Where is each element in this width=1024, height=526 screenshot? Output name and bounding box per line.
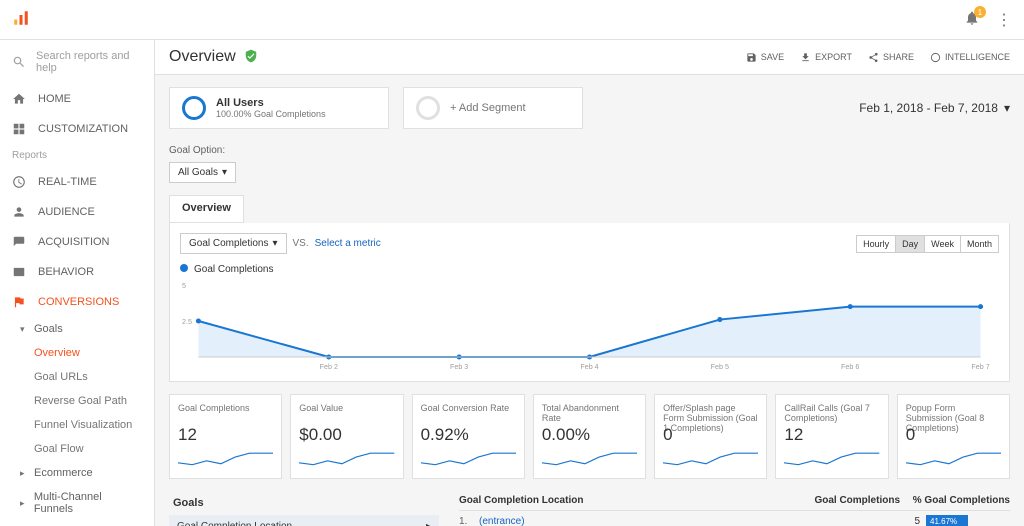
metric-card[interactable]: Offer/Splash page Form Submission (Goal …	[654, 394, 767, 479]
metric-value: 12	[784, 425, 879, 445]
nav-mcf[interactable]: ▸Multi-Channel Funnels	[0, 485, 154, 521]
svg-text:5: 5	[182, 282, 186, 290]
metric-label: Offer/Splash page Form Submission (Goal …	[663, 403, 758, 423]
metric-label: Goal Completions	[178, 403, 273, 423]
goal-completion-location-row[interactable]: Goal Completion Location▸	[169, 515, 439, 526]
save-button[interactable]: SAVE	[746, 52, 784, 63]
nav-conversions[interactable]: CONVERSIONS	[0, 287, 154, 317]
chevron-right-icon: ▸	[426, 521, 431, 526]
date-range-picker[interactable]: Feb 1, 2018 - Feb 7, 2018 ▾	[859, 101, 1010, 115]
metric-card[interactable]: Goal Completions12	[169, 394, 282, 479]
goals-table-header: Goal Completion Location Goal Completion…	[459, 491, 1010, 511]
add-segment-button[interactable]: + Add Segment	[403, 87, 583, 129]
page-title: Overview	[169, 48, 236, 66]
goals-title: Goals	[169, 491, 439, 515]
svg-text:Feb 5: Feb 5	[711, 363, 729, 371]
nav-goal-flow[interactable]: Goal Flow	[0, 437, 154, 461]
metric-value: 0.92%	[421, 425, 516, 445]
metric-card[interactable]: Goal Value$0.00	[290, 394, 403, 479]
metric-card[interactable]: Popup Form Submission (Goal 8 Completion…	[897, 394, 1010, 479]
metric-card[interactable]: Total Abandonment Rate0.00%	[533, 394, 646, 479]
metric-card[interactable]: Goal Conversion Rate0.92%	[412, 394, 525, 479]
nav-ecommerce[interactable]: ▸Ecommerce	[0, 461, 154, 485]
svg-text:Feb 6: Feb 6	[841, 363, 859, 371]
sidebar: Search reports and help HOME CUSTOMIZATI…	[0, 40, 155, 526]
main-content: Overview SAVE EXPORT SHARE INTELLIGENCE …	[155, 40, 1024, 526]
segment-circle-icon	[182, 96, 206, 120]
chevron-down-icon: ▾	[1004, 101, 1010, 115]
metric-value: $0.00	[299, 425, 394, 445]
nav-home[interactable]: HOME	[0, 84, 154, 114]
svg-text:Feb 4: Feb 4	[580, 363, 598, 371]
intelligence-button[interactable]: INTELLIGENCE	[930, 52, 1010, 63]
segment-all-users[interactable]: All Users 100.00% Goal Completions	[169, 87, 389, 129]
period-selector: Hourly Day Week Month	[856, 235, 999, 253]
svg-text:2.5: 2.5	[182, 318, 192, 326]
ga-logo-icon	[12, 9, 30, 30]
nav-acquisition[interactable]: ACQUISITION	[0, 227, 154, 257]
select-metric-link[interactable]: Select a metric	[315, 238, 381, 249]
nav-reverse-goal-path[interactable]: Reverse Goal Path	[0, 389, 154, 413]
search-input[interactable]: Search reports and help	[0, 40, 154, 84]
chevron-down-icon: ▾	[272, 238, 277, 249]
export-button[interactable]: EXPORT	[800, 52, 852, 63]
nav-goal-urls[interactable]: Goal URLs	[0, 365, 154, 389]
period-hourly[interactable]: Hourly	[857, 236, 895, 252]
svg-text:Feb 7: Feb 7	[971, 363, 989, 371]
nav-audience[interactable]: AUDIENCE	[0, 197, 154, 227]
nav-funnel-viz[interactable]: Funnel Visualization	[0, 413, 154, 437]
chevron-down-icon: ▾	[222, 167, 227, 178]
notifications-icon[interactable]: 1	[964, 10, 980, 29]
metric-label: Popup Form Submission (Goal 8 Completion…	[906, 403, 1001, 423]
svg-text:Feb 3: Feb 3	[450, 363, 468, 371]
notification-badge: 1	[974, 6, 986, 18]
share-button[interactable]: SHARE	[868, 52, 914, 63]
more-icon[interactable]: ⋮	[996, 10, 1012, 30]
goal-option-label: Goal Option:	[169, 145, 225, 156]
nav-realtime[interactable]: REAL-TIME	[0, 167, 154, 197]
metric-value: 12	[178, 425, 273, 445]
nav-customization[interactable]: CUSTOMIZATION	[0, 114, 154, 144]
reports-section-label: Reports	[0, 144, 154, 167]
metric-label: Total Abandonment Rate	[542, 403, 637, 423]
tab-overview[interactable]: Overview	[170, 196, 243, 222]
metric-value: 0.00%	[542, 425, 637, 445]
tab-bar: Overview	[169, 195, 244, 223]
period-day[interactable]: Day	[895, 236, 924, 252]
chart-legend: Goal Completions	[180, 264, 999, 275]
goal-completions-chart: 2.5 5 Feb 2 Feb 3 Feb 4 Feb 5 Feb 6 Feb 7	[180, 281, 999, 371]
period-month[interactable]: Month	[960, 236, 998, 252]
period-week[interactable]: Week	[924, 236, 960, 252]
nav-goals[interactable]: ▾Goals	[0, 317, 154, 341]
metric-label: Goal Value	[299, 403, 394, 423]
nav-goals-overview[interactable]: Overview	[0, 341, 154, 365]
nav-discover[interactable]: DISCOVER	[0, 521, 154, 526]
metric-card[interactable]: CallRail Calls (Goal 7 Completions)12	[775, 394, 888, 479]
table-row: 1.(entrance)541.67%	[459, 511, 1010, 526]
metric-label: CallRail Calls (Goal 7 Completions)	[784, 403, 879, 423]
nav-behavior[interactable]: BEHAVIOR	[0, 257, 154, 287]
verified-icon	[244, 49, 258, 66]
metrics-cards: Goal Completions12Goal Value$0.00Goal Co…	[155, 382, 1024, 491]
metric-dropdown[interactable]: Goal Completions ▾	[180, 233, 287, 254]
chart-panel: Goal Completions ▾ VS. Select a metric H…	[169, 223, 1010, 382]
metric-label: Goal Conversion Rate	[421, 403, 516, 423]
vs-label: VS.	[293, 238, 309, 249]
svg-text:Feb 2: Feb 2	[320, 363, 338, 371]
goal-location-link[interactable]: (entrance)	[479, 516, 830, 526]
goal-option-dropdown[interactable]: All Goals ▾	[169, 162, 236, 183]
add-segment-circle-icon	[416, 96, 440, 120]
